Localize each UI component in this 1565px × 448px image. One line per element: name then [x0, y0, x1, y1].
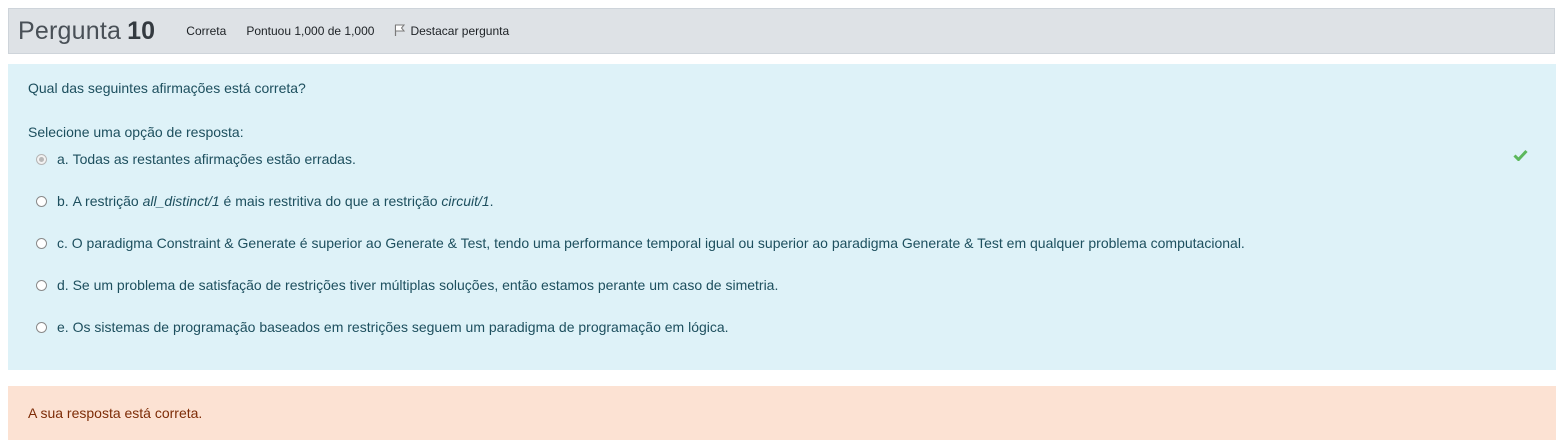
radio-option-b[interactable] [36, 195, 47, 207]
question-title-word: Pergunta [18, 16, 122, 45]
radio-option-e[interactable] [36, 321, 47, 333]
answer-option-b[interactable]: b. A restrição all_distinct/1 é mais res… [36, 191, 494, 211]
answer-prompt: Selecione uma opção de resposta: [28, 124, 244, 140]
radio-option-c[interactable] [36, 237, 47, 249]
option-text: O paradigma Constraint & Generate é supe… [71, 235, 1245, 251]
radio-option-a[interactable] [36, 153, 47, 165]
question-grade: Pontuou 1,000 de 1,000 [246, 24, 375, 38]
option-code-circuit: circuit/1 [441, 193, 490, 209]
question-info-bar: Pergunta 10 Correta Pontuou 1,000 de 1,00… [8, 8, 1555, 54]
option-text: Se um problema de satisfação de restriçõ… [72, 277, 779, 293]
radio-option-d[interactable] [36, 279, 47, 291]
option-text-post: . [489, 193, 494, 209]
answer-option-e[interactable]: e. Os sistemas de programação baseados e… [36, 317, 729, 337]
question-text: Qual das seguintes afirmações está corre… [28, 80, 306, 96]
option-text: Todas as restantes afirmações estão erra… [72, 151, 356, 167]
question-title: Pergunta 10 [18, 17, 155, 46]
answer-option-a[interactable]: a. Todas as restantes afirmações estão e… [36, 149, 356, 169]
option-letter: d. [57, 277, 69, 293]
answer-option-d[interactable]: d. Se um problema de satisfação de restr… [36, 275, 778, 295]
answer-option-c[interactable]: c. O paradigma Constraint & Generate é s… [36, 233, 1245, 253]
feedback-box: A sua resposta está correta. [8, 386, 1556, 440]
option-letter: a. [57, 151, 69, 167]
question-number: 10 [127, 16, 156, 45]
option-text-mid: é mais restritiva do que a restrição [219, 193, 442, 209]
option-text-pre: A restrição [72, 193, 139, 209]
feedback-text: A sua resposta está correta. [28, 405, 203, 421]
question-formulation: Qual das seguintes afirmações está corre… [8, 64, 1556, 370]
question-state: Correta [186, 24, 227, 38]
option-letter: b. [57, 193, 69, 209]
checkmark-icon [1513, 148, 1528, 164]
flag-question-label: Destacar pergunta [410, 24, 510, 38]
flag-question-link[interactable]: Destacar pergunta [394, 24, 509, 39]
option-code-all-distinct: all_distinct/1 [142, 193, 220, 209]
option-text: Os sistemas de programação baseados em r… [72, 319, 729, 335]
option-letter: c. [57, 235, 68, 251]
flag-icon [394, 24, 410, 39]
option-letter: e. [57, 319, 69, 335]
